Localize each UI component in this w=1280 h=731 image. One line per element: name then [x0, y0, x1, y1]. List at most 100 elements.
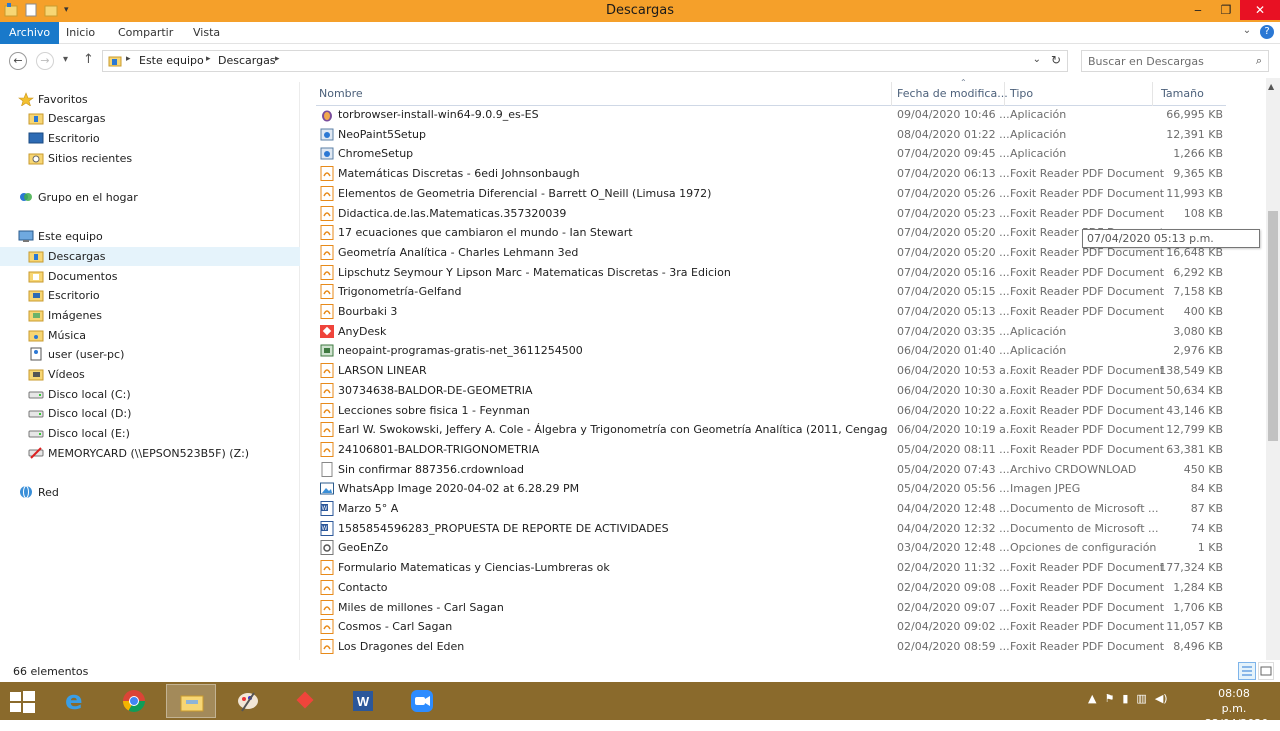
column-header-fecha[interactable]: Fecha de modifica...	[897, 87, 1008, 100]
nav-item-user-user-pc[interactable]: user (user-pc)	[0, 345, 300, 364]
help-icon[interactable]: ?	[1260, 25, 1274, 39]
nav-item-descargas[interactable]: Descargas	[0, 247, 300, 266]
file-row[interactable]: Los Dragones del Eden 02/04/2020 08:59 ..…	[316, 637, 1226, 657]
breadcrumb-chevron-icon[interactable]: ▸	[275, 54, 280, 64]
nav-item-label: Escritorio	[48, 132, 100, 145]
nav-item-disco-local-d[interactable]: Disco local (D:)	[0, 404, 300, 423]
anydesk-icon[interactable]	[281, 684, 331, 718]
column-header-tipo[interactable]: Tipo	[1010, 87, 1033, 100]
minimize-button[interactable]: ‒	[1184, 0, 1212, 20]
file-row[interactable]: neopaint-programas-gratis-net_3611254500…	[316, 341, 1226, 361]
file-row[interactable]: Cosmos - Carl Sagan 02/04/2020 09:02 ... F…	[316, 617, 1226, 637]
file-row[interactable]: Didactica.de.las.Matematicas.357320039 07…	[316, 204, 1226, 224]
search-box[interactable]: ⌕	[1081, 50, 1269, 72]
nav-item-m-sica[interactable]: Música	[0, 326, 300, 345]
back-button[interactable]: ←	[9, 52, 27, 70]
nav-item-v-deos[interactable]: Vídeos	[0, 365, 300, 384]
show-hidden-icons-icon[interactable]: ▲	[1088, 692, 1096, 705]
maximize-button[interactable]: ❐	[1212, 0, 1240, 20]
file-row[interactable]: AnyDesk 07/04/2020 03:35 ... Aplicación 3,0…	[316, 322, 1226, 342]
column-header-nombre[interactable]: Nombre	[319, 87, 363, 100]
file-row[interactable]: Earl W. Swokowski, Jeffery A. Cole - Álg…	[316, 420, 1226, 440]
nav-item-disco-local-e[interactable]: Disco local (E:)	[0, 424, 300, 443]
file-row[interactable]: Elementos de Geometria Diferencial - Bar…	[316, 184, 1226, 204]
file-date: 06/04/2020 10:22 a...	[897, 403, 1017, 417]
clock[interactable]: 08:08 p.m. 22/04/2020	[1205, 686, 1268, 731]
file-size: 50,634 KB	[1166, 383, 1223, 397]
file-row[interactable]: Lecciones sobre fisica 1 - Feynman 06/04/…	[316, 401, 1226, 421]
search-input[interactable]	[1088, 53, 1238, 69]
details-view-icon[interactable]	[1238, 662, 1256, 680]
forward-button[interactable]: →	[36, 52, 54, 70]
nav-item-escritorio[interactable]: Escritorio	[0, 129, 300, 148]
tab-vista[interactable]: Vista	[184, 22, 229, 44]
scroll-up-icon[interactable]: ▲	[1268, 82, 1274, 91]
file-row[interactable]: GeoEnZo 03/04/2020 12:48 ... Opciones de c…	[316, 538, 1226, 558]
file-row[interactable]: Formulario Matematicas y Ciencias-Lumbre…	[316, 558, 1226, 578]
file-row[interactable]: torbrowser-install-win64-9.0.9_es-ES 09/0…	[316, 105, 1226, 125]
windows-start-icon[interactable]	[8, 690, 36, 714]
file-row[interactable]: ChromeSetup 07/04/2020 09:45 ... Aplicació…	[316, 144, 1226, 164]
up-button[interactable]: ↑	[83, 52, 94, 67]
nav-item-favoritos[interactable]: Favoritos	[0, 90, 300, 109]
breadcrumb-este-equipo[interactable]: Este equipo	[139, 54, 204, 67]
column-divider[interactable]	[1152, 82, 1153, 106]
nav-item-memorycard-epson523b5f-z[interactable]: MEMORYCARD (\\EPSON523B5F) (Z:)	[0, 444, 300, 463]
column-divider[interactable]	[891, 82, 892, 106]
breadcrumb-descargas[interactable]: Descargas	[218, 54, 276, 67]
tab-inicio[interactable]: Inicio	[57, 22, 104, 44]
file-size: 400 KB	[1183, 305, 1223, 318]
file-row[interactable]: 24106801-BALDOR-TRIGONOMETRIA 05/04/2020 …	[316, 440, 1226, 460]
nav-item-disco-local-c[interactable]: Disco local (C:)	[0, 385, 300, 404]
file-row[interactable]: W 1585854596283_PROPUESTA DE REPORTE DE A…	[316, 519, 1226, 539]
nav-item-este-equipo[interactable]: Este equipo	[0, 227, 300, 246]
nav-item-documentos[interactable]: Documentos	[0, 267, 300, 286]
battery-icon[interactable]: ▮	[1122, 692, 1128, 705]
file-row[interactable]: Matemáticas Discretas - 6edi Johnsonbaug…	[316, 164, 1226, 184]
file-explorer-icon[interactable]	[166, 684, 216, 718]
volume-icon[interactable]: ◀)	[1155, 692, 1168, 705]
file-row[interactable]: Miles de millones - Carl Sagan 02/04/2020…	[316, 598, 1226, 618]
nav-item-red[interactable]: Red	[0, 483, 300, 502]
nav-item-escritorio[interactable]: Escritorio	[0, 286, 300, 305]
scrollbar-thumb[interactable]	[1268, 211, 1278, 441]
file-row[interactable]: 30734638-BALDOR-DE-GEOMETRIA 06/04/2020 1…	[316, 381, 1226, 401]
internet-explorer-icon[interactable]: e	[52, 684, 102, 718]
pdf-icon	[320, 185, 334, 201]
network-status-icon[interactable]: ▥	[1136, 692, 1146, 705]
nav-item-grupo-en-el-hogar[interactable]: Grupo en el hogar	[0, 188, 300, 207]
file-row[interactable]: Sin confirmar 887356.crdownload 05/04/202…	[316, 460, 1226, 480]
flag-icon[interactable]: ⚑	[1104, 692, 1114, 705]
close-button[interactable]: ✕	[1240, 0, 1280, 20]
file-row[interactable]: Contacto 02/04/2020 09:08 ... Foxit Reader…	[316, 578, 1226, 598]
column-divider[interactable]	[1004, 82, 1005, 106]
file-row[interactable]: Trigonometría-Gelfand 07/04/2020 05:15 ..…	[316, 282, 1226, 302]
file-row[interactable]: Bourbaki 3 07/04/2020 05:13 ... Foxit Read…	[316, 302, 1226, 322]
tab-compartir[interactable]: Compartir	[109, 22, 182, 44]
file-date: 08/04/2020 01:22 ...	[897, 127, 1010, 141]
paint-icon[interactable]	[223, 684, 273, 718]
breadcrumb-chevron-icon[interactable]: ▸	[206, 54, 211, 64]
chrome-icon[interactable]	[109, 684, 159, 718]
column-header-tamano[interactable]: Tamaño	[1161, 87, 1204, 100]
breadcrumb-chevron-icon[interactable]: ▸	[126, 54, 131, 64]
nav-item-sitios-recientes[interactable]: Sitios recientes	[0, 149, 300, 168]
file-row[interactable]: WhatsApp Image 2020-04-02 at 6.28.29 PM 0…	[316, 479, 1226, 499]
vertical-scrollbar[interactable]: ▲	[1266, 78, 1280, 660]
zoom-icon[interactable]	[397, 684, 447, 718]
file-row[interactable]: NeoPaint5Setup 08/04/2020 01:22 ... Aplica…	[316, 125, 1226, 145]
tab-archivo[interactable]: Archivo	[0, 22, 60, 44]
expand-ribbon-icon[interactable]: ⌄	[1240, 25, 1254, 39]
address-dropdown-icon[interactable]: ⌄	[1033, 54, 1041, 65]
nav-item-im-genes[interactable]: Imágenes	[0, 306, 300, 325]
recent-locations-icon[interactable]: ▾	[63, 54, 68, 65]
address-bar[interactable]: ▸ Este equipo ▸ Descargas ▸ ⌄ ↻	[102, 50, 1068, 72]
large-icons-view-icon[interactable]	[1258, 662, 1274, 680]
file-row[interactable]: LARSON LINEAR 06/04/2020 10:53 a... Foxit …	[316, 361, 1226, 381]
file-row[interactable]: Lipschutz Seymour Y Lipson Marc - Matema…	[316, 263, 1226, 283]
search-icon[interactable]: ⌕	[1256, 54, 1262, 68]
file-row[interactable]: W Marzo 5° A 04/04/2020 12:48 ... Documento…	[316, 499, 1226, 519]
refresh-icon[interactable]: ↻	[1051, 53, 1061, 67]
nav-item-descargas[interactable]: Descargas	[0, 109, 300, 128]
word-icon[interactable]: W	[338, 684, 388, 718]
